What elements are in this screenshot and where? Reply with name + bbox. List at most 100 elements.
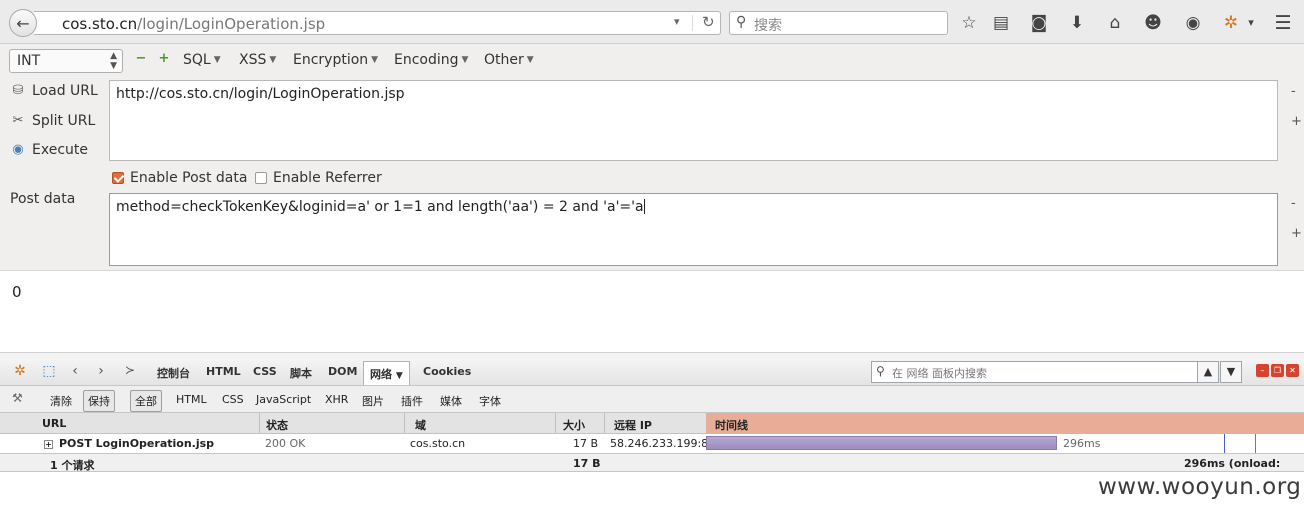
chevron-down-icon: ▼ bbox=[213, 55, 221, 65]
post-grow-button[interactable]: + bbox=[1291, 226, 1302, 241]
col-url[interactable]: URL bbox=[42, 417, 66, 430]
url-textarea-value: http://cos.sto.cn/login/LoginOperation.j… bbox=[116, 86, 405, 102]
filter-clear[interactable]: 清除 bbox=[50, 393, 72, 409]
firebug-icon[interactable]: ✲ bbox=[1220, 12, 1242, 34]
back-icon[interactable]: ‹ bbox=[66, 363, 84, 379]
post-shrink-button[interactable]: - bbox=[1291, 196, 1296, 211]
bookmark-star-icon[interactable]: ☆ bbox=[958, 12, 980, 34]
execute-button[interactable]: ◉ Execute bbox=[10, 142, 88, 158]
download-icon[interactable]: ⬇ bbox=[1066, 12, 1088, 34]
col-status[interactable]: 状态 bbox=[266, 417, 288, 433]
menu-encryption[interactable]: Encryption ▼ bbox=[293, 52, 378, 68]
post-data-value: method=checkTokenKey&loginid=a' or 1=1 a… bbox=[116, 199, 644, 215]
back-button[interactable]: ← bbox=[9, 9, 37, 37]
forward-icon[interactable]: › bbox=[92, 363, 110, 379]
split-url-button[interactable]: ✂ Split URL bbox=[10, 113, 96, 129]
enable-post-checkbox[interactable]: Enable Post data bbox=[112, 170, 247, 186]
int-select[interactable]: INT ▲ ▼ bbox=[9, 49, 123, 73]
increment-icon[interactable]: + bbox=[158, 52, 170, 65]
filter-plugins[interactable]: 插件 bbox=[401, 393, 423, 409]
split-url-icon: ✂ bbox=[12, 113, 24, 128]
search-icon: ⚲ bbox=[736, 14, 747, 30]
menu-xss[interactable]: XSS ▼ bbox=[239, 52, 276, 68]
load-url-icon: ⛁ bbox=[12, 83, 24, 98]
col-timeline[interactable]: 时间线 bbox=[715, 417, 748, 433]
decrement-icon[interactable]: − bbox=[135, 52, 147, 65]
url-grow-button[interactable]: + bbox=[1291, 114, 1302, 129]
firebug-resize-handle[interactable] bbox=[0, 352, 1304, 359]
column-divider bbox=[555, 413, 556, 434]
enable-referrer-label: Enable Referrer bbox=[273, 170, 382, 186]
globe-icon[interactable]: ◉ bbox=[1182, 12, 1204, 34]
firebug-search-placeholder: 在 网络 面板内搜索 bbox=[892, 367, 987, 380]
tab-net[interactable]: 网络 ▼ bbox=[363, 361, 410, 385]
filter-css[interactable]: CSS bbox=[222, 393, 244, 406]
split-url-label: Split URL bbox=[32, 113, 96, 129]
chevron-down-icon: ▼ bbox=[269, 55, 277, 65]
reload-icon[interactable]: ↻ bbox=[702, 13, 715, 31]
execute-label: Execute bbox=[32, 142, 88, 158]
url-history-dropdown-icon[interactable]: ▾ bbox=[674, 15, 680, 28]
url-text: cos.sto.cn/login/LoginOperation.jsp bbox=[62, 15, 326, 33]
tab-cookies[interactable]: Cookies bbox=[423, 365, 471, 378]
filter-html[interactable]: HTML bbox=[176, 393, 207, 406]
url-textarea[interactable]: http://cos.sto.cn/login/LoginOperation.j… bbox=[109, 80, 1278, 161]
int-select-value: INT bbox=[17, 53, 41, 69]
request-url: + POST LoginOperation.jsp bbox=[44, 437, 214, 450]
load-url-button[interactable]: ⛁ Load URL bbox=[10, 83, 98, 99]
checkbox-checked-icon bbox=[112, 172, 124, 184]
chevron-down-icon: ▼ bbox=[461, 55, 469, 65]
menu-sql[interactable]: SQL ▼ bbox=[183, 52, 221, 68]
command-line-icon[interactable]: ≻ bbox=[121, 363, 139, 377]
post-data-textarea[interactable]: method=checkTokenKey&loginid=a' or 1=1 a… bbox=[109, 193, 1278, 266]
filter-media[interactable]: 媒体 bbox=[440, 393, 462, 409]
search-next-button[interactable]: ▼ bbox=[1220, 361, 1242, 383]
chat-icon[interactable]: ☻ bbox=[1142, 12, 1164, 34]
inspect-icon[interactable]: ⬚ bbox=[40, 363, 58, 379]
filter-javascript[interactable]: JavaScript bbox=[256, 393, 311, 406]
filter-persist[interactable]: 保持 bbox=[83, 390, 115, 412]
tab-dom[interactable]: DOM bbox=[328, 365, 357, 378]
close-icon[interactable]: ✕ bbox=[1286, 364, 1299, 377]
tab-script[interactable]: 脚本 bbox=[290, 365, 312, 381]
home-icon[interactable]: ⌂ bbox=[1104, 12, 1126, 34]
search-prev-button[interactable]: ▲ bbox=[1197, 361, 1219, 383]
tab-html[interactable]: HTML bbox=[206, 365, 241, 378]
filter-xhr[interactable]: XHR bbox=[325, 393, 348, 406]
col-size[interactable]: 大小 bbox=[563, 417, 585, 433]
post-data-label: Post data bbox=[10, 191, 76, 207]
search-bar[interactable]: ⚲ 搜索 bbox=[729, 11, 948, 35]
tab-css[interactable]: CSS bbox=[253, 365, 277, 378]
chevron-down-icon: ▼ bbox=[371, 55, 379, 65]
filter-fonts[interactable]: 字体 bbox=[479, 393, 501, 409]
column-divider bbox=[404, 413, 405, 434]
menu-icon[interactable]: ☰ bbox=[1272, 12, 1294, 34]
url-bar[interactable]: cos.sto.cn/login/LoginOperation.jsp ▾ ↻ bbox=[34, 11, 721, 35]
detach-icon[interactable]: ❐ bbox=[1271, 364, 1284, 377]
filter-images[interactable]: 图片 bbox=[362, 393, 384, 409]
pocket-icon[interactable]: ◙ bbox=[1028, 12, 1050, 34]
firebug-toolbar: ✲ ⬚ ‹ › ≻ 控制台 HTML CSS 脚本 DOM 网络 ▼ Cooki… bbox=[0, 359, 1304, 386]
firebug-icon[interactable]: ✲ bbox=[11, 363, 29, 379]
timeline-bar[interactable] bbox=[706, 436, 1057, 450]
xhr-icon[interactable]: ⚒ bbox=[12, 391, 23, 405]
minimize-icon[interactable]: – bbox=[1256, 364, 1269, 377]
request-domain: cos.sto.cn bbox=[410, 437, 466, 450]
firebug-dropdown-icon[interactable]: ▾ bbox=[1240, 12, 1262, 34]
hackbar-panel: INT ▲ ▼ − + SQL ▼ XSS ▼ Encryption ▼ Encodin… bbox=[0, 44, 1304, 270]
select-arrows-icon: ▲ ▼ bbox=[110, 51, 117, 71]
request-remote-ip: 58.246.233.199:80 bbox=[610, 437, 716, 450]
table-row[interactable]: + POST LoginOperation.jsp 200 OK cos.sto.… bbox=[0, 434, 1304, 453]
filter-all[interactable]: 全部 bbox=[130, 390, 162, 412]
checkbox-unchecked-icon bbox=[255, 172, 267, 184]
expand-icon[interactable]: + bbox=[44, 440, 53, 449]
col-domain[interactable]: 域 bbox=[415, 417, 426, 433]
reading-list-icon[interactable]: ▤ bbox=[990, 12, 1012, 34]
tab-console[interactable]: 控制台 bbox=[157, 365, 190, 381]
enable-referrer-checkbox[interactable]: Enable Referrer bbox=[255, 170, 382, 186]
menu-other[interactable]: Other ▼ bbox=[484, 52, 534, 68]
url-shrink-button[interactable]: - bbox=[1291, 84, 1296, 99]
menu-encoding[interactable]: Encoding ▼ bbox=[394, 52, 468, 68]
firebug-search-input[interactable]: ⚲ 在 网络 面板内搜索 bbox=[871, 361, 1217, 383]
col-remote-ip[interactable]: 远程 IP bbox=[614, 417, 652, 433]
